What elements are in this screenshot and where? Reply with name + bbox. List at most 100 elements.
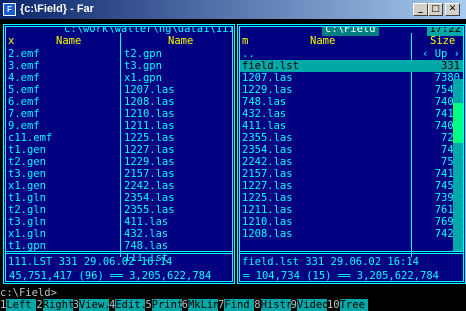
left-file-item[interactable]: t3.gen: [8, 168, 116, 180]
right-col-header-size[interactable]: Size: [430, 35, 455, 48]
fkey-5[interactable]: 5Print: [145, 299, 182, 311]
left-file-item[interactable]: 2354.las: [124, 192, 232, 204]
right-file-row[interactable]: 2157.las 7418: [240, 168, 463, 180]
file-name: 2242.las: [242, 156, 293, 168]
right-file-row[interactable]: 1225.las 7391: [240, 192, 463, 204]
left-file-item[interactable]: 1211.las: [124, 120, 232, 132]
right-scrollbar-thumb[interactable]: [453, 103, 463, 143]
right-col-header-name[interactable]: Name: [310, 35, 335, 48]
left-file-item[interactable]: 5.emf: [8, 84, 116, 96]
right-file-row[interactable]: 2354.las 746: [240, 144, 463, 156]
fkey-9[interactable]: 9Video: [290, 299, 327, 311]
left-file-item[interactable]: 2355.las: [124, 204, 232, 216]
right-file-row[interactable]: 1210.las 7698: [240, 216, 463, 228]
file-name: 411.las: [242, 120, 287, 132]
right-file-row[interactable]: 411.las 7400: [240, 120, 463, 132]
function-key-bar: 1Left2Right3View..4Edit..5Print6MkLink7F…: [0, 299, 466, 311]
left-file-item[interactable]: t2.gpn: [124, 48, 232, 60]
right-panel-totals: ═ 104,734 (15) ══ 3,205,622,784: [243, 270, 439, 282]
left-file-item[interactable]: 2.emf: [8, 48, 116, 60]
left-file-item[interactable]: 411.las: [124, 216, 232, 228]
left-info-separator: [6, 251, 232, 254]
left-file-item[interactable]: x1.gpn: [124, 72, 232, 84]
fkey-4[interactable]: 4Edit..: [108, 299, 146, 311]
left-col-header-name2[interactable]: Name: [168, 35, 193, 48]
fkey-label: Find: [224, 299, 255, 311]
left-file-item[interactable]: 6.emf: [8, 96, 116, 108]
up-dir-name: ..: [242, 48, 255, 60]
right-file-row[interactable]: 2242.las 755: [240, 156, 463, 168]
left-file-item[interactable]: t3.gpn: [124, 60, 232, 72]
right-info-separator: [240, 251, 463, 254]
fkey-label: Histry: [260, 299, 291, 311]
left-file-item[interactable]: 432.las: [124, 228, 232, 240]
right-file-row[interactable]: 1207.las 7380: [240, 72, 463, 84]
file-name: 1227.las: [242, 180, 293, 192]
left-file-panel[interactable]: c:\work\walter\ng\data1\111 x Name Name …: [3, 24, 235, 284]
left-col-header-name1[interactable]: Name: [56, 35, 81, 48]
file-name: 1210.las: [242, 216, 293, 228]
fkey-10[interactable]: 10Tree: [326, 299, 368, 311]
minimize-button[interactable]: _: [413, 3, 428, 16]
fkey-1[interactable]: 1Left: [0, 299, 37, 311]
fkey-6[interactable]: 6MkLink: [181, 299, 218, 311]
far-window: F {c:\Field} - Far _ □ ✕ c:\work\walter\…: [0, 0, 466, 311]
left-file-item[interactable]: 2157.las: [124, 168, 232, 180]
left-file-row: t1.gen 1227.las: [6, 144, 232, 156]
right-file-panel[interactable]: c:\Field 17:22 m Name Size .. ‹ Up › fie…: [237, 24, 466, 284]
right-file-info: field.lst 331 29.06.02 16:14: [242, 256, 420, 268]
command-line[interactable]: c:\Field>: [0, 287, 57, 299]
right-file-row[interactable]: 1211.las 7619: [240, 204, 463, 216]
left-file-list: 2.emf t2.gpn 3.emf t3.gpn 4.emf x1.gpn 5.emf 12…: [6, 48, 232, 264]
left-file-item[interactable]: 1229.las: [124, 156, 232, 168]
file-name: 1225.las: [242, 192, 293, 204]
right-file-row[interactable]: 1208.las 7420: [240, 228, 463, 240]
left-panel-path[interactable]: c:\work\walter\ng\data1\111: [61, 27, 232, 36]
left-file-item[interactable]: 3.emf: [8, 60, 116, 72]
file-name: field.lst: [242, 60, 299, 72]
fkey-label: View..: [78, 299, 109, 311]
right-file-row[interactable]: 1229.las 7545: [240, 84, 463, 96]
right-file-row[interactable]: 2355.las 729: [240, 132, 463, 144]
maximize-button[interactable]: □: [428, 3, 443, 16]
left-file-item[interactable]: t1.gln: [8, 192, 116, 204]
left-file-item[interactable]: t2.gen: [8, 156, 116, 168]
far-app-icon[interactable]: F: [3, 3, 16, 16]
left-file-item[interactable]: t3.gln: [8, 216, 116, 228]
selected-file-row[interactable]: field.lst 331: [240, 60, 463, 72]
left-file-item[interactable]: t2.gln: [8, 204, 116, 216]
right-file-row[interactable]: 748.las 7404: [240, 96, 463, 108]
fkey-2[interactable]: 2Right: [36, 299, 73, 311]
left-file-item[interactable]: 1227.las: [124, 144, 232, 156]
window-title: {c:\Field} - Far: [20, 3, 94, 15]
left-file-row: 5.emf 1207.las: [6, 84, 232, 96]
left-file-item[interactable]: 1210.las: [124, 108, 232, 120]
left-file-item[interactable]: 1208.las: [124, 96, 232, 108]
right-col-header-mark: m: [242, 35, 249, 47]
fkey-label: Right: [42, 299, 73, 311]
left-file-item[interactable]: x1.gen: [8, 180, 116, 192]
left-file-item[interactable]: 1207.las: [124, 84, 232, 96]
left-file-item[interactable]: 1225.las: [124, 132, 232, 144]
left-file-item[interactable]: x1.gln: [8, 228, 116, 240]
left-file-item[interactable]: c11.emf: [8, 132, 116, 144]
left-file-row: 7.emf 1210.las: [6, 108, 232, 120]
left-file-item[interactable]: 2242.las: [124, 180, 232, 192]
close-button[interactable]: ✕: [445, 3, 460, 16]
up-dir-row[interactable]: .. ‹ Up ›: [240, 48, 463, 60]
fkey-3[interactable]: 3View..: [72, 299, 109, 311]
left-file-row: t3.gln 411.las: [6, 216, 232, 228]
left-file-item[interactable]: t1.gen: [8, 144, 116, 156]
file-name: 2354.las: [242, 144, 293, 156]
left-file-row: 4.emf x1.gpn: [6, 72, 232, 84]
fkey-8[interactable]: 8Histry: [254, 299, 291, 311]
right-file-row[interactable]: 432.las 7410: [240, 108, 463, 120]
left-file-item[interactable]: 4.emf: [8, 72, 116, 84]
left-file-item[interactable]: 7.emf: [8, 108, 116, 120]
left-panel-totals: 45,751,417 (96) ══ 3,205,622,784: [9, 270, 212, 282]
file-name: 1208.las: [242, 228, 293, 240]
title-bar[interactable]: F {c:\Field} - Far _ □ ✕: [0, 0, 466, 19]
left-file-item[interactable]: 9.emf: [8, 120, 116, 132]
fkey-7[interactable]: 7Find: [217, 299, 255, 311]
right-file-row[interactable]: 1227.las 7454: [240, 180, 463, 192]
